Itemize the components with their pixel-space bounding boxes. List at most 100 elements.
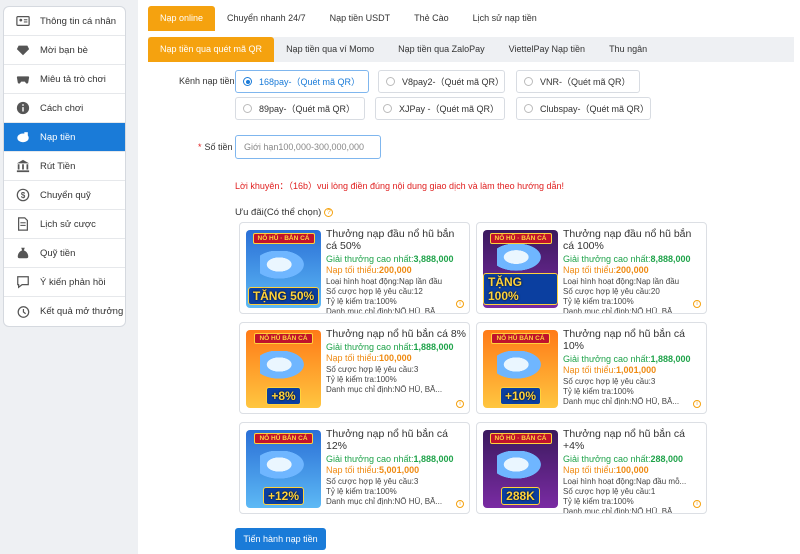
promotion-max-reward: Giải thưởng cao nhất:1,888,000 (326, 454, 466, 464)
promotion-thumbnail: NỔ HŨ · BẮN CÁ TẶNG 50% (246, 230, 321, 308)
promotion-card[interactable]: NỔ HŨ · BẮN CÁ TẶNG 50% Thưởng nạp đầu nổ … (239, 222, 470, 314)
amount-input[interactable] (235, 135, 381, 159)
channel-option-89pay[interactable]: 89pay-（Quét mã QR） (235, 97, 365, 120)
tab-momo-deposit[interactable]: Nạp tiền qua ví Momo (274, 37, 386, 62)
sidebar-item-invite-friends[interactable]: Mời bạn bè (4, 36, 125, 65)
tab-viettelpay-deposit[interactable]: ViettelPay Nạp tiền (497, 37, 597, 62)
promotion-min-deposit: Nạp tối thiểu:100,000 (563, 465, 703, 475)
sidebar-item-game-description[interactable]: Miêu tả trò chơi (4, 65, 125, 94)
tab-zalopay-deposit[interactable]: Nạp tiền qua ZaloPay (386, 37, 497, 62)
sidebar-item-transfer[interactable]: $ Chuyển quỹ (4, 181, 125, 210)
max-value: 3,888,000 (413, 254, 454, 264)
info-icon[interactable]: i (456, 300, 464, 308)
sidebar-item-bet-history[interactable]: Lịch sử cược (4, 210, 125, 239)
sidebar-item-personal-info[interactable]: Thông tin cá nhân (4, 7, 125, 36)
badge-bottom-text: +12% (262, 487, 305, 505)
document-icon (16, 217, 30, 231)
channel-option-vnr[interactable]: VNR-（Quét mã QR） (516, 70, 640, 93)
tab-cashier[interactable]: Thu ngân (597, 37, 659, 62)
promotion-card[interactable]: NỔ HŨ · BẮN CÁ TẶNG 100% Thưởng nạp đầu nổ… (476, 222, 707, 314)
promotion-card[interactable]: NỔ HŨ BẮN CÁ +12% Thưởng nạp nổ hũ bắn cá … (239, 422, 470, 514)
sidebar-item-feedback[interactable]: Ý kiến phản hồi (4, 268, 125, 297)
badge-top-text: NỔ HŨ · BẮN CÁ (252, 233, 315, 244)
max-value: 1,888,000 (413, 454, 454, 464)
promotion-title: Thưởng nạp nổ hũ bắn cá 10% (563, 328, 685, 352)
tab-fast-transfer[interactable]: Chuyển nhanh 24/7 (215, 6, 318, 31)
channel-option-clubspay[interactable]: Clubspay-（Quét mã QR） (516, 97, 651, 120)
radio-icon (386, 77, 395, 86)
tab-online-deposit[interactable]: Nạp online (148, 6, 216, 31)
promotion-thumbnail: NỔ HŨ BẮN CÁ +12% (246, 430, 321, 508)
info-icon[interactable]: i (693, 400, 701, 408)
badge-top-text: NỔ HŨ · BẮN CÁ (489, 233, 552, 244)
sidebar: Thông tin cá nhân Mời bạn bè Miêu tả trò… (0, 0, 138, 554)
sidebar-item-label: Mời bạn bè (40, 44, 88, 56)
min-value: 100,000 (616, 465, 649, 475)
badge-top-text: NỔ HŨ · BẮN CÁ (489, 433, 552, 444)
tab-deposit-history[interactable]: Lịch sử nạp tiền (461, 6, 549, 31)
info-icon[interactable]: i (693, 500, 701, 508)
promotion-detail: Số cược hợp lệ yêu cầu:1 (563, 487, 656, 496)
gamepad-icon (16, 72, 30, 86)
promotion-max-reward: Giải thưởng cao nhất:1,888,000 (563, 354, 703, 364)
promotion-max-reward: Giải thưởng cao nhất:3,888,000 (326, 254, 466, 264)
badge-bottom-text: 288K (501, 487, 540, 505)
info-icon (16, 101, 30, 115)
promotion-thumbnail: NỔ HŨ · BẮN CÁ TẶNG 100% (483, 230, 558, 308)
promotion-detail: Tỷ lệ kiểm tra:100% (563, 297, 634, 306)
sidebar-item-label: Thông tin cá nhân (40, 15, 117, 27)
promotion-detail: Số cược hợp lệ yêu cầu:3 (563, 377, 656, 386)
promotion-min-deposit: Nạp tối thiểu:200,000 (563, 265, 703, 275)
main-content: Nạp online Chuyển nhanh 24/7 Nạp tiền US… (138, 0, 800, 554)
max-value: 8,888,000 (650, 254, 691, 264)
max-value: 1,888,000 (650, 354, 691, 364)
info-icon[interactable]: i (693, 300, 701, 308)
promotion-detail: Số cược hợp lệ yêu cầu:3 (326, 477, 419, 486)
notice-body: （16b）vui lòng điền đúng nội dung giao dị… (288, 181, 565, 191)
badge-bottom-text: +8% (266, 387, 301, 405)
info-icon[interactable]: i (456, 500, 464, 508)
tab-qr-deposit[interactable]: Nạp tiền qua quét mã QR (148, 37, 275, 62)
sidebar-item-label: Miêu tả trò chơi (40, 73, 106, 85)
fish-graphic (259, 350, 308, 381)
channel-option-xjpay[interactable]: XJPay -（Quét mã QR） (375, 97, 505, 120)
promotion-detail: Loại hình hoạt động:Nạp lần đầu (326, 277, 443, 286)
submit-deposit-button[interactable]: Tiến hành nạp tiền (235, 528, 326, 550)
promotion-card[interactable]: NỔ HŨ · BẮN CÁ 288K Thưởng nạp nổ hũ bắn c… (476, 422, 707, 514)
tab-scratch-card[interactable]: Thẻ Cào (402, 6, 461, 31)
min-value: 200,000 (616, 265, 649, 275)
fish-graphic (496, 450, 545, 481)
promotion-detail: Số cược hợp lệ yêu cầu:20 (563, 287, 660, 296)
min-label: Nạp tối thiểu: (563, 365, 617, 375)
channel-option-v8pay2[interactable]: V8pay2-（Quét mã QR） (378, 70, 505, 93)
promotion-card[interactable]: NỔ HŨ BẮN CÁ +10% Thưởng nạp nổ hũ bắn cá … (476, 322, 707, 414)
sidebar-item-deposit[interactable]: Nạp tiền (4, 123, 125, 152)
channel-option-label: VNR-（Quét mã QR） (540, 77, 631, 87)
tab-usdt-deposit[interactable]: Nạp tiền USDT (318, 6, 403, 31)
promotion-max-reward: Giải thưởng cao nhất:1,888,000 (326, 342, 466, 352)
promotion-card[interactable]: NỔ HŨ BẮN CÁ +8% Thưởng nạp nổ hũ bắn cá 8… (239, 322, 470, 414)
max-value: 288,000 (650, 454, 684, 464)
channel-option-168pay[interactable]: 168pay-（Quét mã QR） (235, 70, 369, 93)
min-label: Nạp tối thiểu: (563, 265, 617, 275)
radio-icon (524, 77, 533, 86)
sidebar-item-draw-results[interactable]: Kết quả mở thưởng (4, 297, 125, 326)
sidebar-item-how-to-play[interactable]: Cách chơi (4, 94, 125, 123)
info-icon[interactable]: i (456, 400, 464, 408)
fish-graphic (496, 244, 545, 273)
promotions-title-text: Ưu đãi(Có thể chọn) (235, 207, 322, 218)
min-value: 1,001,000 (616, 365, 657, 375)
channel-option-label: Clubspay-（Quét mã QR） (540, 104, 650, 114)
sidebar-item-label: Chuyển quỹ (40, 189, 91, 201)
fish-graphic (259, 250, 308, 281)
help-icon[interactable]: ? (324, 208, 334, 217)
sidebar-item-funds[interactable]: Quỹ tiền (4, 239, 125, 268)
amount-label: * Số tiền (198, 142, 233, 152)
promotion-detail: Danh mục chỉ định:NỔ HŨ, BẮ... (326, 497, 443, 506)
promotion-detail: Tỷ lệ kiểm tra:100% (563, 497, 634, 506)
max-label: Giải thưởng cao nhất: (326, 254, 414, 264)
fish-graphic (259, 450, 308, 481)
sidebar-item-withdraw[interactable]: Rút Tiền (4, 152, 125, 181)
channel-option-label: V8pay2-（Quét mã QR） (402, 77, 505, 87)
primary-tabs: Nạp online Chuyển nhanh 24/7 Nạp tiền US… (148, 6, 549, 31)
